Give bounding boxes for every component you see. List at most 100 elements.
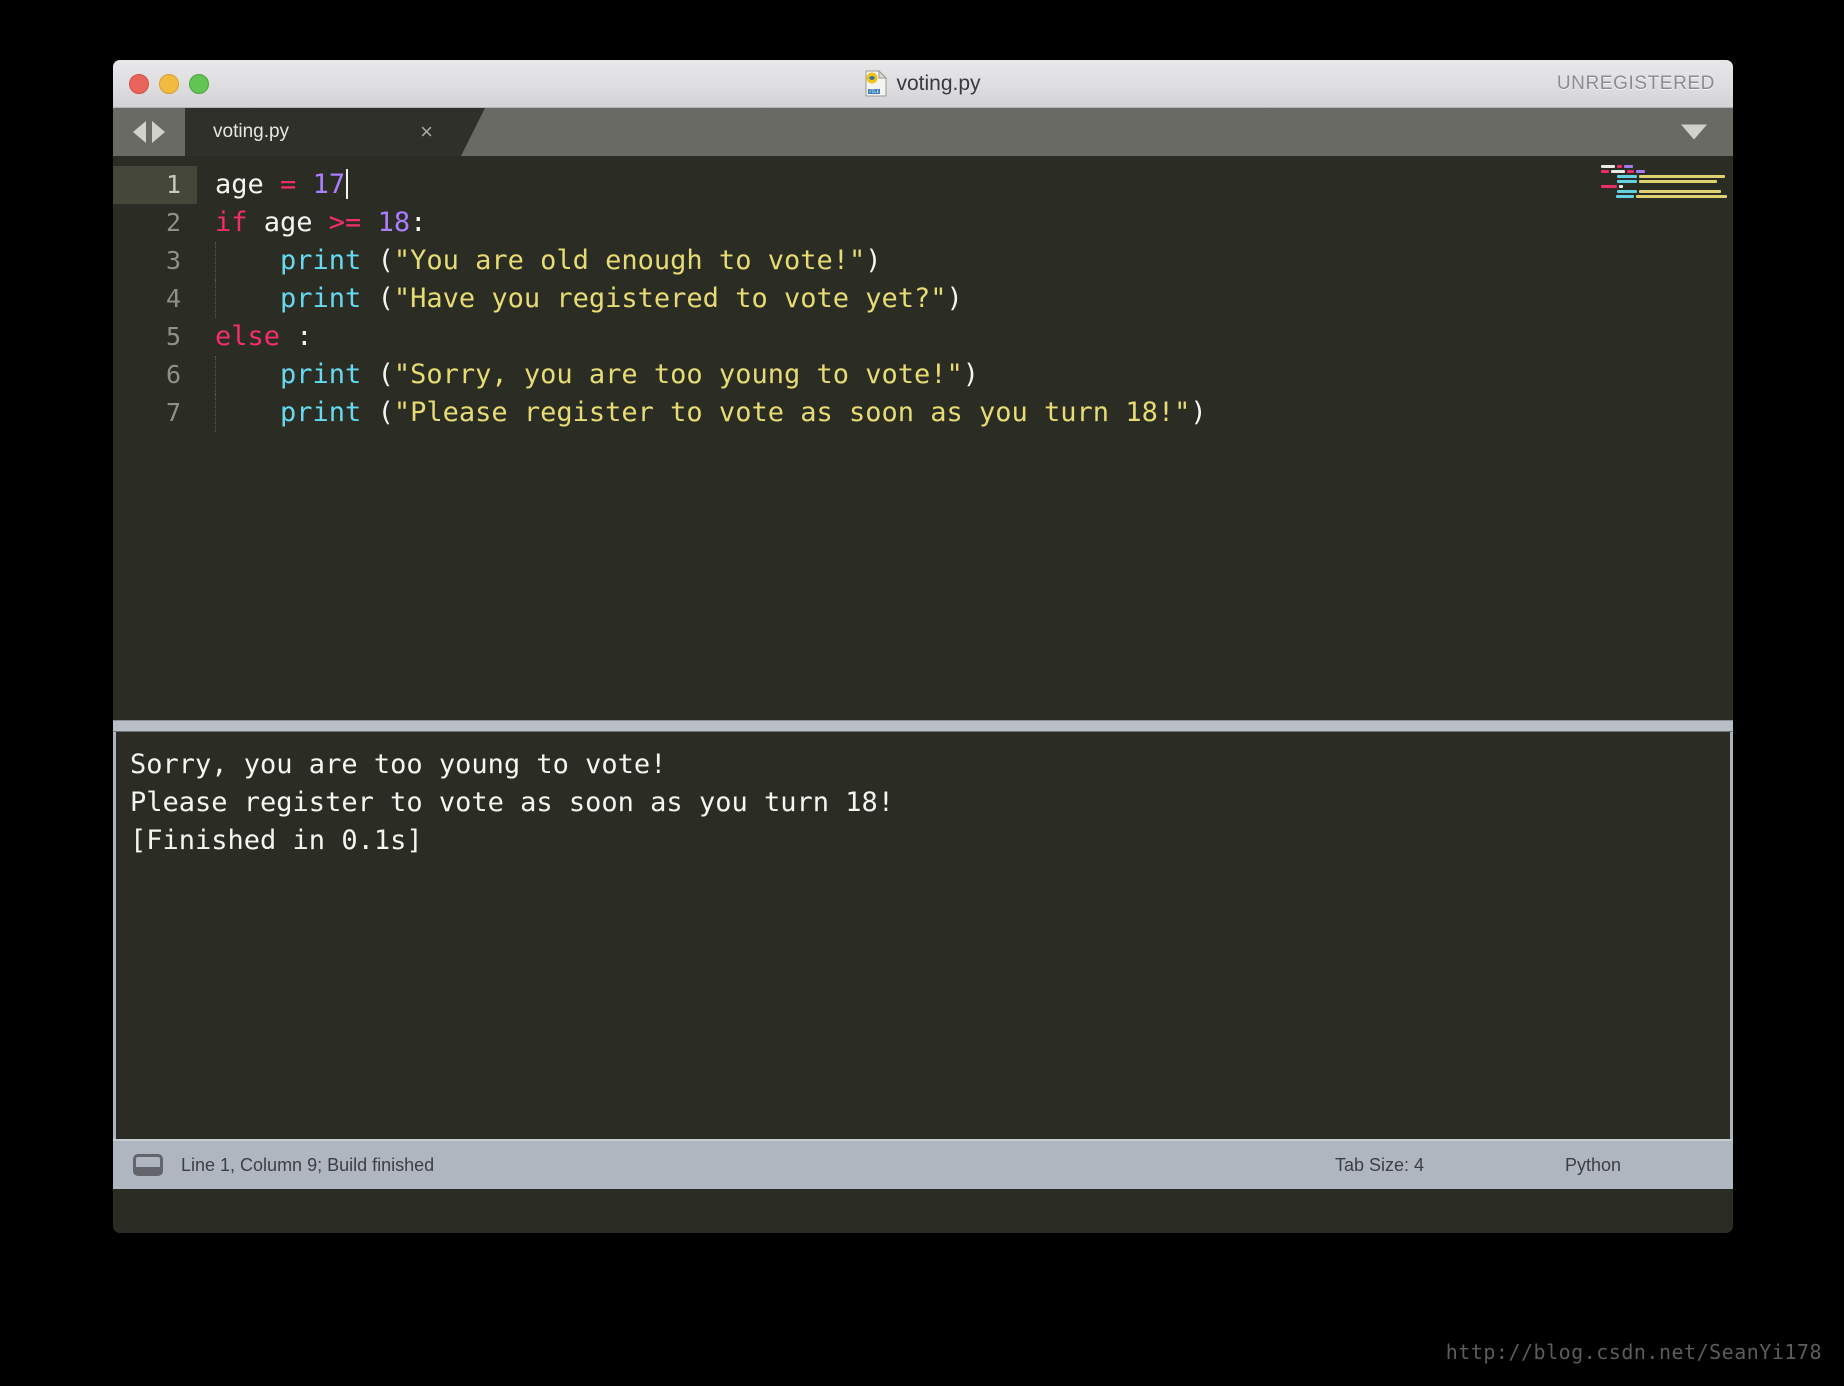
code-token: print	[280, 397, 362, 428]
code-token: print	[280, 245, 362, 276]
line-number: 4	[165, 284, 181, 313]
window-titlebar: FILE voting.py UNREGISTERED	[113, 60, 1733, 108]
code-token: "Sorry, you are too young to vote!"	[393, 359, 963, 390]
code-token: else	[215, 321, 281, 352]
minimap-segment	[1601, 165, 1615, 168]
window-title: voting.py	[896, 71, 981, 95]
line-number: 5	[165, 322, 181, 351]
minimap-segment	[1601, 175, 1615, 178]
indent-guide	[215, 394, 217, 432]
minimap-segment	[1617, 165, 1622, 168]
build-output-panel[interactable]: Sorry, you are too young to vote! Please …	[113, 732, 1733, 1139]
minimap-segment	[1617, 190, 1637, 193]
tab-nav-arrows[interactable]	[113, 108, 185, 156]
code-token: "Please register to vote as soon as you …	[393, 397, 1191, 428]
minimap-segment	[1619, 185, 1623, 188]
license-status-label: UNREGISTERED	[1556, 73, 1715, 94]
minimap-segment	[1635, 195, 1727, 198]
minimap-segment	[1639, 180, 1717, 183]
code-line-text[interactable]: else :	[197, 318, 1733, 356]
close-window-button[interactable]	[129, 73, 149, 94]
minimap-segment	[1636, 170, 1645, 173]
code-token: :	[410, 207, 427, 238]
sublime-text-window: FILE voting.py UNREGISTERED voting.py × …	[113, 60, 1733, 1233]
line-number: 6	[165, 360, 181, 389]
code-token: (	[361, 245, 394, 276]
panel-divider[interactable]	[113, 720, 1733, 732]
minimap-segment	[1601, 180, 1615, 183]
close-icon[interactable]: ×	[420, 121, 433, 143]
code-line-text[interactable]: print ("Please register to vote as soon …	[197, 394, 1733, 432]
code-token: "You are old enough to vote!"	[393, 245, 866, 276]
syntax-language-label[interactable]: Python	[1565, 1155, 1621, 1176]
console-output-line: [Finished in 0.1s]	[130, 825, 423, 856]
minimap-segment	[1639, 175, 1725, 178]
code-token: )	[946, 283, 963, 314]
python-file-icon: FILE	[865, 69, 888, 97]
code-token: )	[1190, 397, 1207, 428]
minimap-segment	[1639, 190, 1721, 193]
chevron-down-icon[interactable]	[1681, 124, 1707, 140]
code-line-text[interactable]: print ("You are old enough to vote!")	[197, 242, 1733, 280]
code-line-text[interactable]: age = 17	[197, 166, 1733, 204]
minimap-segment	[1617, 180, 1637, 183]
console-panel-icon[interactable]	[133, 1154, 163, 1176]
line-number: 3	[165, 246, 181, 275]
tab-voting-py[interactable]: voting.py ×	[185, 108, 485, 156]
code-line-text[interactable]: print ("Have you registered to vote yet?…	[197, 280, 1733, 318]
triangle-left-icon[interactable]	[133, 121, 146, 143]
code-token: 17	[312, 169, 346, 200]
indent-guide	[215, 242, 217, 280]
zoom-window-button[interactable]	[189, 73, 209, 94]
code-token: =	[280, 169, 297, 200]
minimap-segment	[1617, 175, 1637, 178]
code-minimap[interactable]	[1599, 164, 1727, 210]
screen: FILE voting.py UNREGISTERED voting.py × …	[0, 0, 1844, 1386]
window-title-group: FILE voting.py	[113, 60, 1733, 107]
code-line[interactable]: 6 print ("Sorry, you are too young to vo…	[113, 356, 1733, 394]
minimap-segment	[1627, 170, 1634, 173]
code-token: >=	[328, 207, 362, 238]
tab-size-label[interactable]: Tab Size: 4	[1335, 1155, 1424, 1176]
minimize-window-button[interactable]	[159, 73, 179, 94]
tab-label: voting.py	[213, 121, 290, 142]
code-token: 18	[377, 207, 411, 238]
code-line-text[interactable]: print ("Sorry, you are too young to vote…	[197, 356, 1733, 394]
triangle-right-icon[interactable]	[152, 121, 165, 143]
status-message: Line 1, Column 9; Build finished	[181, 1154, 435, 1175]
traffic-light-group	[129, 60, 209, 107]
line-number: 2	[165, 208, 181, 237]
code-token: if	[215, 207, 248, 238]
status-bar: Line 1, Column 9; Build finished Tab Siz…	[113, 1139, 1733, 1189]
code-line[interactable]: 5 else :	[113, 318, 1733, 356]
code-line[interactable]: 1 age = 17	[113, 166, 1733, 204]
minimap-segment	[1601, 170, 1609, 173]
code-editor[interactable]: 1 age = 17 2 if age >= 18: 3 print ("You are…	[113, 156, 1733, 720]
indent-guide	[215, 280, 217, 318]
code-token: )	[962, 359, 980, 390]
code-token: age	[247, 207, 329, 238]
code-token: print	[280, 283, 362, 314]
code-line[interactable]: 7 print ("Please register to vote as soo…	[113, 394, 1733, 432]
console-output-line: Please register to vote as soon as you t…	[130, 787, 895, 818]
code-line[interactable]: 3 print ("You are old enough to vote!")	[113, 242, 1733, 280]
minimap-segment	[1611, 170, 1625, 173]
code-token: )	[865, 245, 882, 276]
tab-bar: voting.py ×	[113, 108, 1733, 156]
code-content[interactable]: 1 age = 17 2 if age >= 18: 3 print ("You are…	[113, 166, 1733, 432]
code-token: (	[361, 359, 394, 390]
code-token: (	[361, 397, 394, 428]
code-line[interactable]: 2 if age >= 18:	[113, 204, 1733, 242]
indent-guide	[215, 356, 217, 394]
code-token: age	[215, 169, 264, 200]
code-line[interactable]: 4 print ("Have you registered to vote ye…	[113, 280, 1733, 318]
minimap-segment	[1624, 165, 1633, 168]
code-line-text[interactable]: if age >= 18:	[197, 204, 1733, 242]
